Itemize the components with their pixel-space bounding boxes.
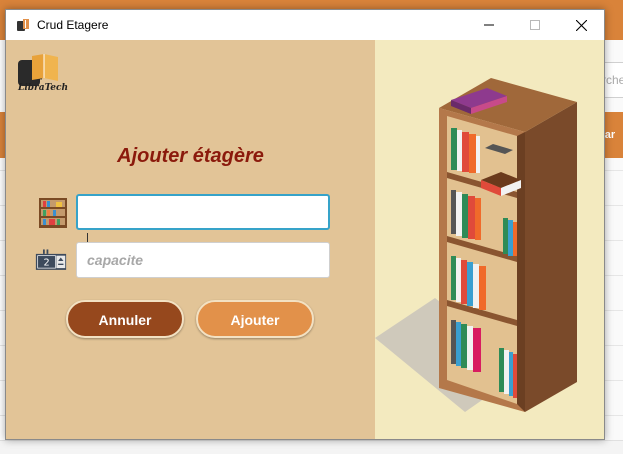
minimize-icon [484, 24, 494, 26]
svg-text:2: 2 [43, 257, 49, 268]
crud-etagere-dialog: Crud Etagere LibraTech Ajouter étagère 2… [5, 9, 605, 440]
number-stepper-icon: 2 [35, 249, 67, 270]
bookshelf-illustration [375, 78, 577, 412]
cancel-button[interactable]: Annuler [66, 300, 184, 338]
capacity-input[interactable] [76, 242, 330, 278]
maximize-icon [530, 20, 540, 30]
background-app-footer [0, 440, 623, 454]
app-icon [17, 19, 29, 31]
form-panel: LibraTech Ajouter étagère 2 capacite Ann… [6, 40, 375, 439]
title-bar[interactable]: Crud Etagere [6, 10, 604, 40]
window-title: Crud Etagere [37, 18, 109, 32]
logo-text: LibraTech [18, 83, 69, 93]
page-title: Ajouter étagère [117, 145, 264, 167]
bookshelf-icon [39, 198, 67, 228]
close-button[interactable] [558, 10, 604, 40]
background-app-content [605, 40, 623, 453]
minimize-button[interactable] [466, 10, 512, 40]
bookshelf-illustration-panel [375, 40, 604, 439]
shelf-name-input[interactable] [76, 194, 330, 230]
add-button[interactable]: Ajouter [196, 300, 314, 338]
close-icon [575, 19, 587, 31]
maximize-button[interactable] [512, 10, 558, 40]
